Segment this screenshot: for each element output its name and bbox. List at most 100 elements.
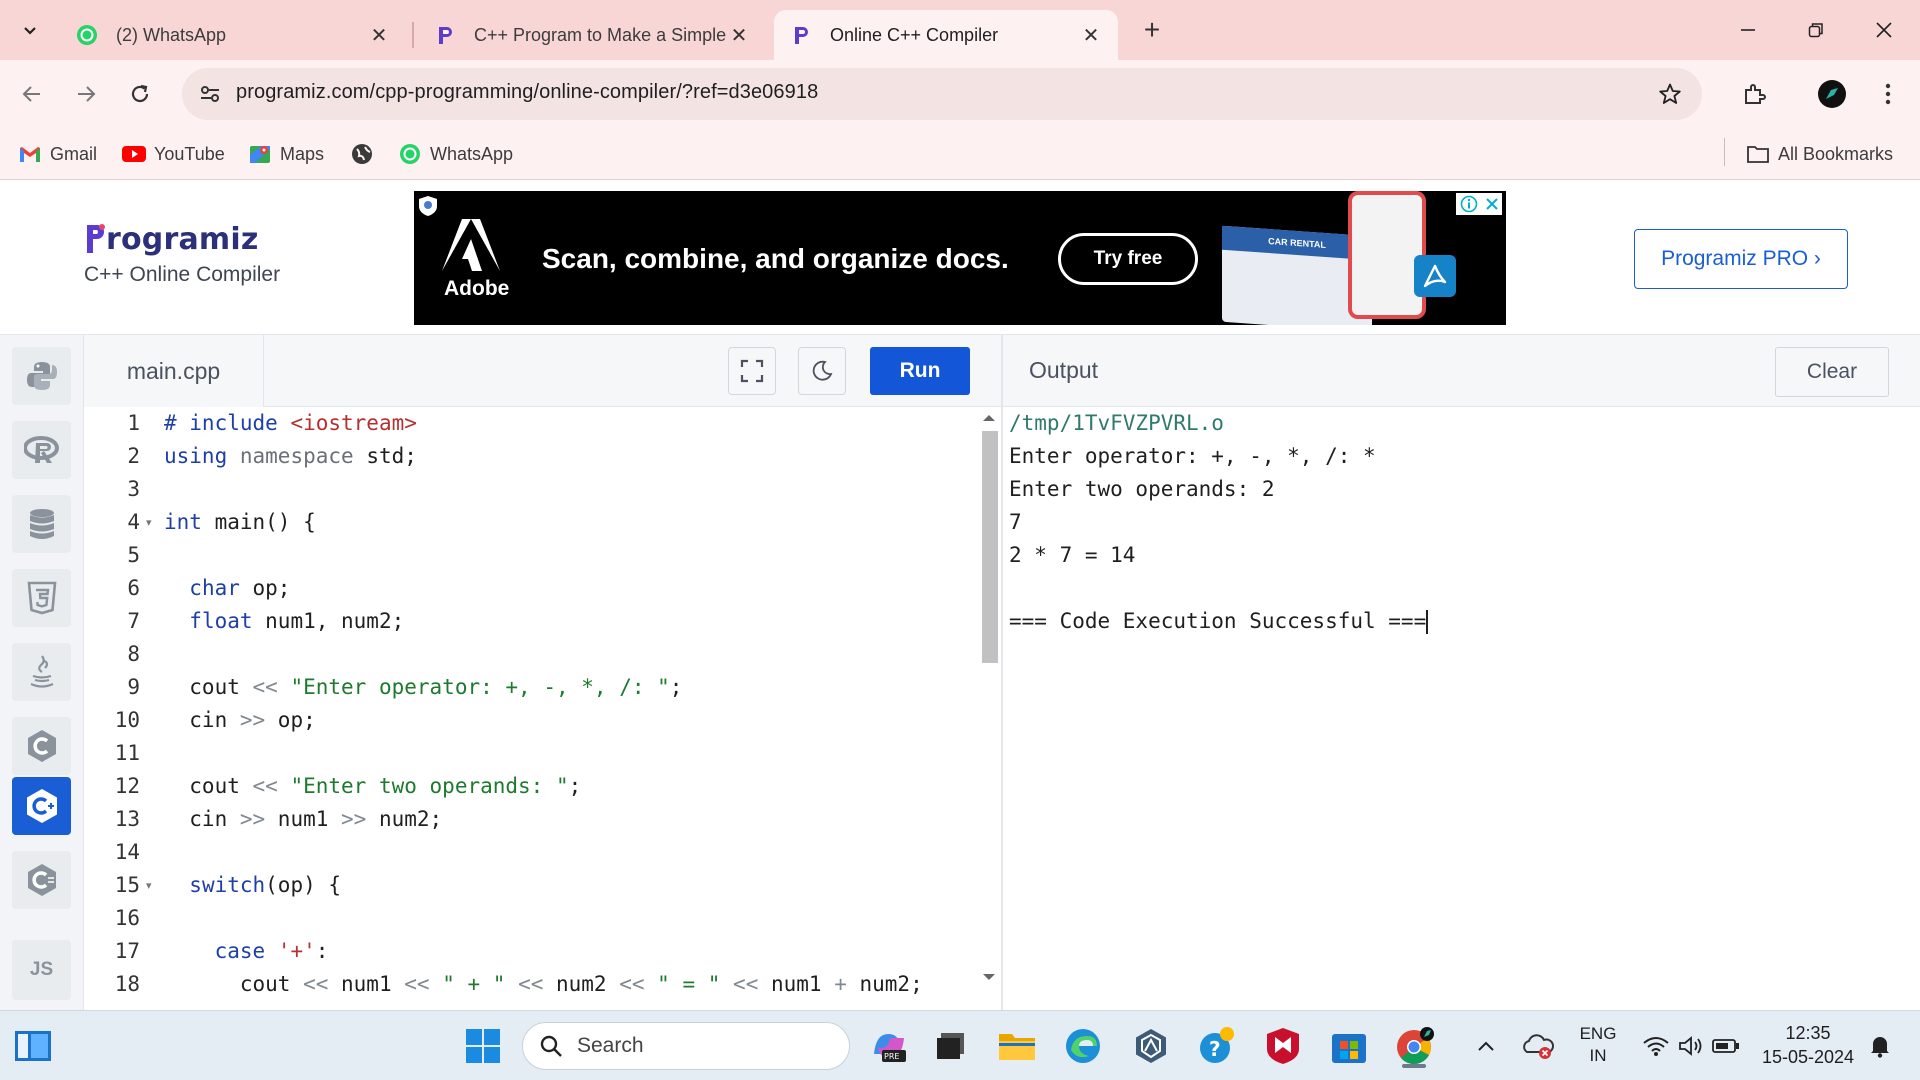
dark-mode-button[interactable] [798, 347, 846, 395]
bookmark-label: Maps [280, 143, 325, 164]
bookmark-maps[interactable]: Maps [248, 138, 324, 170]
minimize-button[interactable] [1718, 8, 1778, 52]
chrome-menu-button[interactable] [1868, 74, 1908, 114]
csharp-icon [27, 864, 56, 896]
editor-scrollbar[interactable] [978, 407, 1000, 1010]
bookmark-gmail[interactable]: Gmail [18, 138, 97, 170]
file-tab-main-cpp[interactable]: main.cpp [84, 335, 264, 407]
file-explorer-app[interactable] [994, 1023, 1040, 1069]
svg-text:?: ? [1209, 1037, 1221, 1061]
chrome-app[interactable] [1392, 1023, 1438, 1069]
clear-button[interactable]: Clear [1775, 347, 1889, 397]
edge-app[interactable] [1060, 1023, 1106, 1069]
close-ad-icon[interactable] [1485, 197, 1499, 211]
lang-cpp[interactable] [12, 777, 71, 835]
tab-online-compiler[interactable]: Online C++ Compiler ✕ [774, 10, 1118, 60]
lang-html[interactable] [12, 569, 71, 627]
profile-avatar[interactable] [1812, 74, 1852, 114]
close-icon [1876, 22, 1892, 38]
programiz-logo[interactable]: rogramiz C++ Online Compiler [84, 221, 280, 287]
text-cursor [1426, 610, 1429, 634]
taskbar-search[interactable]: Search [522, 1022, 850, 1070]
onedrive-status[interactable] [1518, 1023, 1558, 1069]
browser-tab-strip: (2) WhatsApp ✕ C++ Program to Make a Sim… [0, 0, 1920, 60]
bookmark-label: Gmail [50, 143, 98, 164]
ad-choices[interactable] [1456, 193, 1502, 215]
new-tab-button[interactable]: + [1136, 14, 1168, 46]
code-line: cout << num1 << " + " << num2 << " = " <… [164, 972, 923, 996]
bookmark-whatsapp[interactable]: WhatsApp [398, 138, 513, 170]
tab-search-button[interactable] [12, 12, 48, 48]
run-button[interactable]: Run [870, 347, 970, 395]
fold-toggle-icon[interactable]: ▾ [146, 879, 152, 892]
bookmark-youtube[interactable]: YouTube [122, 138, 225, 170]
close-tab-icon[interactable]: ✕ [1080, 24, 1102, 47]
lang-javascript[interactable]: JS [12, 940, 71, 1000]
line-number: 17 [114, 939, 140, 963]
input-language[interactable]: ENG IN [1574, 1023, 1622, 1067]
restore-button[interactable] [1786, 8, 1846, 52]
widgets-icon [15, 1031, 51, 1061]
quick-settings[interactable] [1636, 1023, 1746, 1069]
programiz-pro-button[interactable]: Programiz PRO › [1634, 229, 1848, 289]
output-console[interactable]: /tmp/1TvFVZPVRL.o Enter operator: +, -, … [1003, 407, 1920, 1010]
start-button[interactable] [460, 1023, 506, 1069]
line-number: 11 [114, 741, 140, 765]
close-window-button[interactable] [1854, 8, 1914, 52]
close-tab-icon[interactable]: ✕ [368, 24, 390, 47]
mcafee-app[interactable] [1260, 1023, 1306, 1069]
extensions-button[interactable] [1734, 74, 1774, 114]
all-bookmarks-button[interactable]: All Bookmarks [1746, 138, 1893, 170]
widgets-button[interactable] [10, 1023, 56, 1069]
clock-date: 15-05-2024 [1761, 1047, 1855, 1067]
microsoft-store-app[interactable] [1326, 1023, 1372, 1069]
reload-button[interactable] [120, 74, 160, 114]
forward-button[interactable] [66, 74, 106, 114]
line-number: 8 [127, 642, 140, 666]
fullscreen-button[interactable] [728, 347, 776, 395]
folder-icon [1746, 142, 1770, 166]
tab-cpp-program[interactable]: C++ Program to Make a Simple ✕ [418, 10, 766, 60]
svg-text:PRE: PRE [884, 1052, 899, 1061]
tab-whatsapp[interactable]: (2) WhatsApp ✕ [60, 10, 406, 60]
line-number: 1 [127, 411, 140, 435]
code-editor[interactable]: 1 2 3 4 5 6 7 8 9 10 11 12 13 14 15 16 17 18 ▾ ▾ # include … [84, 407, 1001, 1010]
fullscreen-icon [740, 359, 764, 383]
whatsapp-icon [398, 142, 422, 166]
back-button[interactable] [12, 74, 52, 114]
scroll-up-arrow[interactable] [983, 415, 995, 421]
lang-c[interactable] [12, 717, 71, 775]
close-tab-icon[interactable]: ✕ [728, 24, 750, 47]
ad-try-free-button[interactable]: Try free [1058, 233, 1198, 285]
c-icon [27, 730, 56, 762]
bookmark-globe[interactable] [350, 138, 382, 170]
lang-java[interactable] [12, 643, 71, 701]
app-shield[interactable] [1128, 1023, 1174, 1069]
scroll-down-arrow[interactable] [983, 974, 995, 980]
ad-headline: Scan, combine, and organize docs. [542, 243, 1009, 274]
site-settings-icon[interactable] [198, 82, 222, 106]
lang-csharp[interactable] [12, 851, 71, 909]
help-app[interactable]: ? [1194, 1023, 1240, 1069]
clock[interactable]: 12:35 15-05-2024 [1760, 1021, 1856, 1069]
output-title: Output [1029, 357, 1099, 383]
info-icon[interactable] [1460, 195, 1478, 213]
task-view[interactable] [928, 1023, 974, 1069]
adobe-advertisement[interactable]: Adobe Scan, combine, and organize docs. … [414, 191, 1506, 325]
show-hidden-icons[interactable] [1468, 1023, 1504, 1069]
address-bar[interactable]: programiz.com/cpp-programming/online-com… [182, 68, 1702, 120]
java-icon [30, 655, 53, 688]
copilot-app[interactable]: PRE [866, 1023, 912, 1069]
r-icon [23, 436, 59, 463]
windows-logo-icon [466, 1029, 500, 1063]
globe-icon [350, 142, 374, 166]
fold-toggle-icon[interactable]: ▾ [146, 516, 152, 529]
notifications-button[interactable] [1860, 1023, 1900, 1069]
bookmark-star-icon[interactable] [1656, 80, 1684, 108]
lang-python[interactable] [12, 347, 71, 405]
lang-sql[interactable] [12, 495, 71, 553]
scroll-thumb[interactable] [982, 431, 998, 663]
code-line: using namespace std; [164, 444, 417, 468]
volume-icon [1679, 1036, 1702, 1056]
lang-r[interactable] [12, 421, 71, 479]
